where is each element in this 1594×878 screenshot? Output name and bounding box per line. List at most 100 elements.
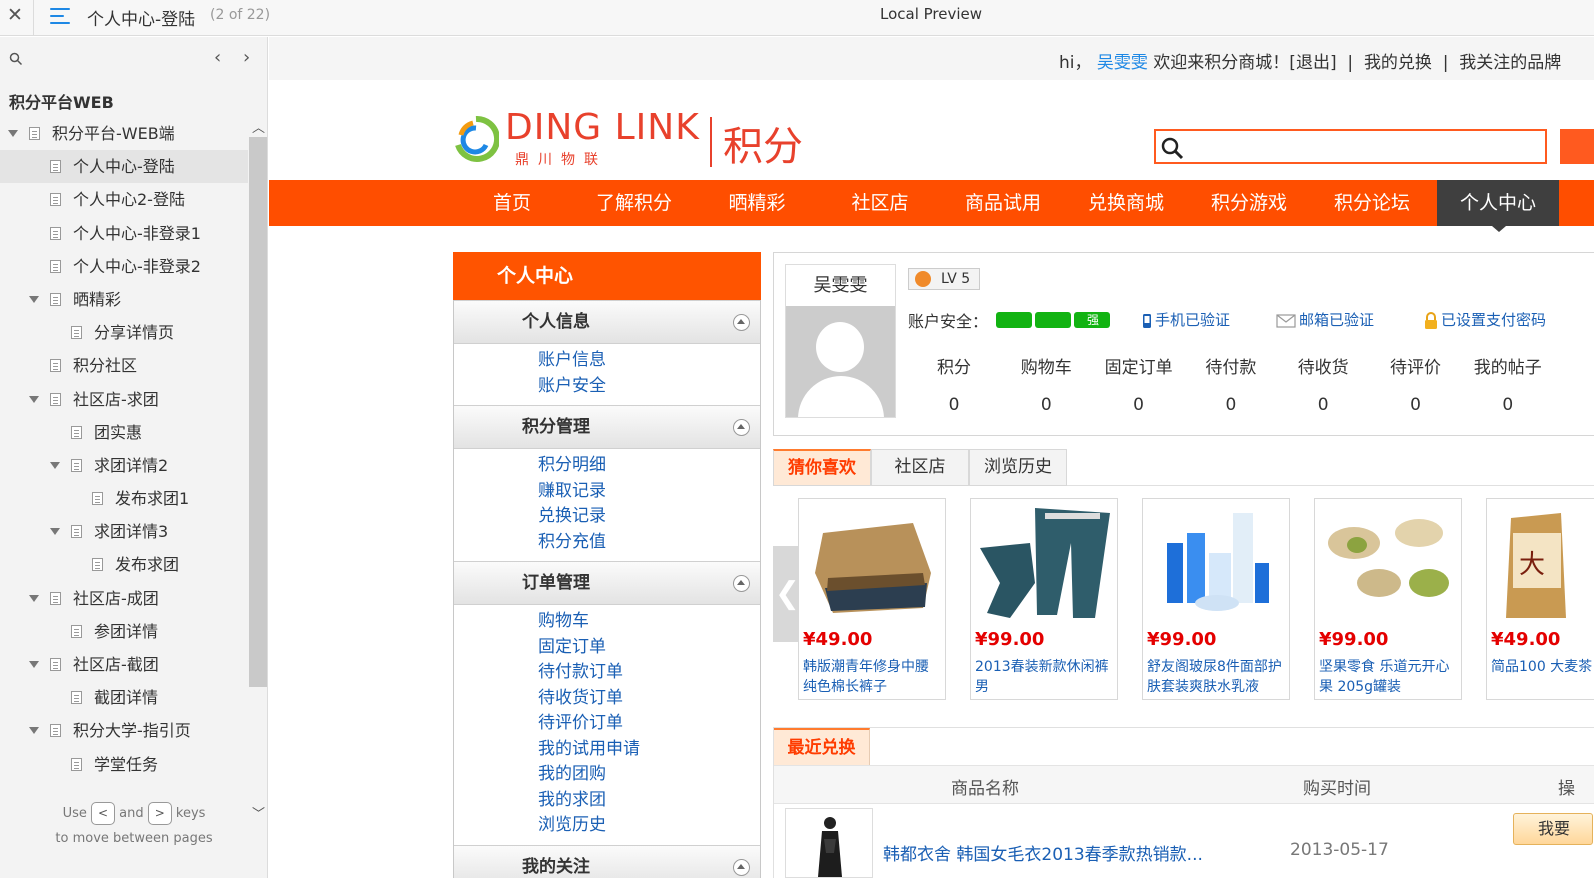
stat-item[interactable]: 待收货 0 xyxy=(1277,353,1369,415)
search-icon[interactable] xyxy=(9,52,23,66)
stat-item[interactable]: 积分 0 xyxy=(908,353,1000,415)
tree-item[interactable]: 个人中心-非登录1 xyxy=(0,217,248,250)
menu-group-header[interactable]: 积分管理 xyxy=(454,405,760,449)
user-link[interactable]: 吴雯雯 xyxy=(1097,53,1148,73)
tree-item[interactable]: 求团详情3 xyxy=(0,515,248,548)
prev-page-icon[interactable]: ‹ xyxy=(214,47,221,68)
recent-product-name[interactable]: 韩都衣舍 韩国女毛衣2013春季款热销款... xyxy=(883,840,1203,865)
product-image[interactable]: 大 xyxy=(1491,503,1594,621)
collapse-icon[interactable] xyxy=(733,575,750,592)
menu-link[interactable]: 待评价订单 xyxy=(538,711,760,737)
menu-link[interactable]: 购物车 xyxy=(538,609,760,635)
menu-link[interactable]: 积分充值 xyxy=(538,530,760,556)
menu-group-header[interactable]: 订单管理 xyxy=(454,561,760,605)
menu-link[interactable]: 固定订单 xyxy=(538,635,760,661)
product-name[interactable]: 2013春装新款休闲裤男 xyxy=(975,657,1113,699)
close-icon[interactable]: ✕ xyxy=(7,4,23,26)
product-image[interactable] xyxy=(975,503,1113,621)
next-page-icon[interactable]: › xyxy=(243,47,250,68)
menu-icon[interactable] xyxy=(50,7,70,25)
nav-item[interactable]: 社区店 xyxy=(822,180,938,226)
tree-item[interactable]: 积分平台-WEB端 xyxy=(0,117,248,150)
recommend-tab[interactable]: 浏览历史 xyxy=(969,449,1067,486)
tree-item[interactable]: 截团详情 xyxy=(0,681,248,714)
menu-link[interactable]: 我的求团 xyxy=(538,788,760,814)
menu-link[interactable]: 待付款订单 xyxy=(538,660,760,686)
menu-link[interactable]: 账户信息 xyxy=(538,348,760,374)
site-logo[interactable]: DING LINK 鼎川物联 积分 xyxy=(453,107,833,171)
product-card[interactable]: ¥49.00 韩版潮青年修身中腰纯色棉长裤子 xyxy=(798,498,946,700)
tree-item[interactable]: 积分社区 xyxy=(0,349,248,382)
pay-password-set[interactable]: 已设置支付密码 xyxy=(1424,309,1546,330)
menu-link[interactable]: 兑换记录 xyxy=(538,504,760,530)
exchange-again-button[interactable]: 我要 xyxy=(1513,813,1593,845)
recommend-tab[interactable]: 猜你喜欢 xyxy=(773,449,871,486)
expand-arrow-icon[interactable] xyxy=(29,594,39,602)
scrollbar-thumb[interactable] xyxy=(249,137,267,687)
tree-item[interactable]: 参团详情 xyxy=(0,615,248,648)
tree-item[interactable]: 个人中心-登陆 xyxy=(0,150,248,184)
expand-arrow-icon[interactable] xyxy=(8,130,18,137)
collapse-icon[interactable] xyxy=(733,419,750,436)
stat-item[interactable]: 待评价 0 xyxy=(1370,353,1462,415)
nav-item[interactable]: 了解积分 xyxy=(576,180,692,226)
recommend-tab[interactable]: 社区店 xyxy=(871,449,969,486)
nav-item[interactable]: 兑换商城 xyxy=(1068,180,1184,226)
email-verified[interactable]: 邮箱已验证 xyxy=(1276,309,1374,330)
phone-verified[interactable]: 手机已验证 xyxy=(1142,309,1230,330)
tree-item[interactable]: 求团详情2 xyxy=(0,449,248,482)
welcome-logout[interactable]: 欢迎来积分商城！[退出] xyxy=(1153,53,1336,73)
product-card[interactable]: 大 ¥49.00 简品100 大麦茶 xyxy=(1486,498,1594,700)
my-brands-link[interactable]: 我关注的品牌 xyxy=(1459,53,1561,73)
nav-item[interactable]: 积分论坛 xyxy=(1314,180,1430,226)
product-card[interactable]: ¥99.00 2013春装新款休闲裤男 xyxy=(970,498,1118,700)
expand-arrow-icon[interactable] xyxy=(50,528,60,536)
menu-group-header[interactable]: 我的关注 xyxy=(454,844,760,878)
tree-item[interactable]: 社区店-求团 xyxy=(0,383,248,416)
product-card[interactable]: ¥99.00 坚果零食 乐道元开心果 205g罐装 xyxy=(1314,498,1462,700)
menu-link[interactable]: 积分明细 xyxy=(538,453,760,479)
product-image[interactable] xyxy=(1319,503,1457,621)
tab-recent-exchange[interactable]: 最近兑换 xyxy=(774,728,870,765)
menu-link[interactable]: 我的试用申请 xyxy=(538,737,760,763)
expand-arrow-icon[interactable] xyxy=(29,661,39,668)
product-name[interactable]: 简品100 大麦茶 xyxy=(1491,657,1594,699)
stat-item[interactable]: 购物车 0 xyxy=(1000,353,1092,415)
nav-item[interactable]: 个人中心 xyxy=(1437,180,1559,226)
tree-item[interactable]: 分享详情页 xyxy=(0,316,248,349)
tree-item[interactable]: 晒精彩 xyxy=(0,283,248,316)
stat-item[interactable]: 待付款 0 xyxy=(1185,353,1277,415)
recent-product-thumb[interactable] xyxy=(785,808,873,878)
stat-item[interactable]: 固定订单 0 xyxy=(1093,353,1185,415)
nav-item[interactable]: 商品试用 xyxy=(945,180,1061,226)
stat-item[interactable]: 我的帖子 0 xyxy=(1462,353,1554,415)
avatar[interactable]: 吴雯雯 xyxy=(785,264,896,418)
product-card[interactable]: ¥99.00 舒友阁玻尿8件面部护肤套装爽肤水乳液 xyxy=(1142,498,1290,700)
tree-item[interactable]: 发布求团1 xyxy=(0,482,248,515)
collapse-icon[interactable] xyxy=(733,314,750,331)
site-search-input[interactable] xyxy=(1154,129,1547,164)
expand-arrow-icon[interactable] xyxy=(29,395,39,403)
product-image[interactable] xyxy=(803,503,941,621)
tree-item[interactable]: 发布求团 xyxy=(0,548,248,581)
tree-item[interactable]: 积分大学-指引页 xyxy=(0,714,248,747)
nav-item[interactable]: 首页 xyxy=(454,180,570,226)
tree-item[interactable]: 学堂任务 xyxy=(0,748,248,781)
product-name[interactable]: 韩版潮青年修身中腰纯色棉长裤子 xyxy=(803,657,941,699)
scroll-up-icon[interactable]: ︿ xyxy=(252,117,265,136)
expand-arrow-icon[interactable] xyxy=(50,461,60,469)
menu-link[interactable]: 赚取记录 xyxy=(538,479,760,505)
menu-link[interactable]: 账户安全 xyxy=(538,374,760,400)
tree-item[interactable]: 社区店-截团 xyxy=(0,648,248,681)
product-name[interactable]: 舒友阁玻尿8件面部护肤套装爽肤水乳液 xyxy=(1147,657,1285,699)
expand-arrow-icon[interactable] xyxy=(29,727,39,735)
menu-link[interactable]: 待收货订单 xyxy=(538,686,760,712)
tree-item[interactable]: 个人中心-非登录2 xyxy=(0,250,248,283)
menu-link[interactable]: 浏览历史 xyxy=(538,813,760,839)
menu-group-header[interactable]: 个人信息 xyxy=(454,300,760,344)
collapse-icon[interactable] xyxy=(733,858,750,876)
search-button[interactable] xyxy=(1560,129,1594,164)
product-name[interactable]: 坚果零食 乐道元开心果 205g罐装 xyxy=(1319,657,1457,699)
product-image[interactable] xyxy=(1147,503,1285,621)
menu-link[interactable]: 我的团购 xyxy=(538,762,760,788)
